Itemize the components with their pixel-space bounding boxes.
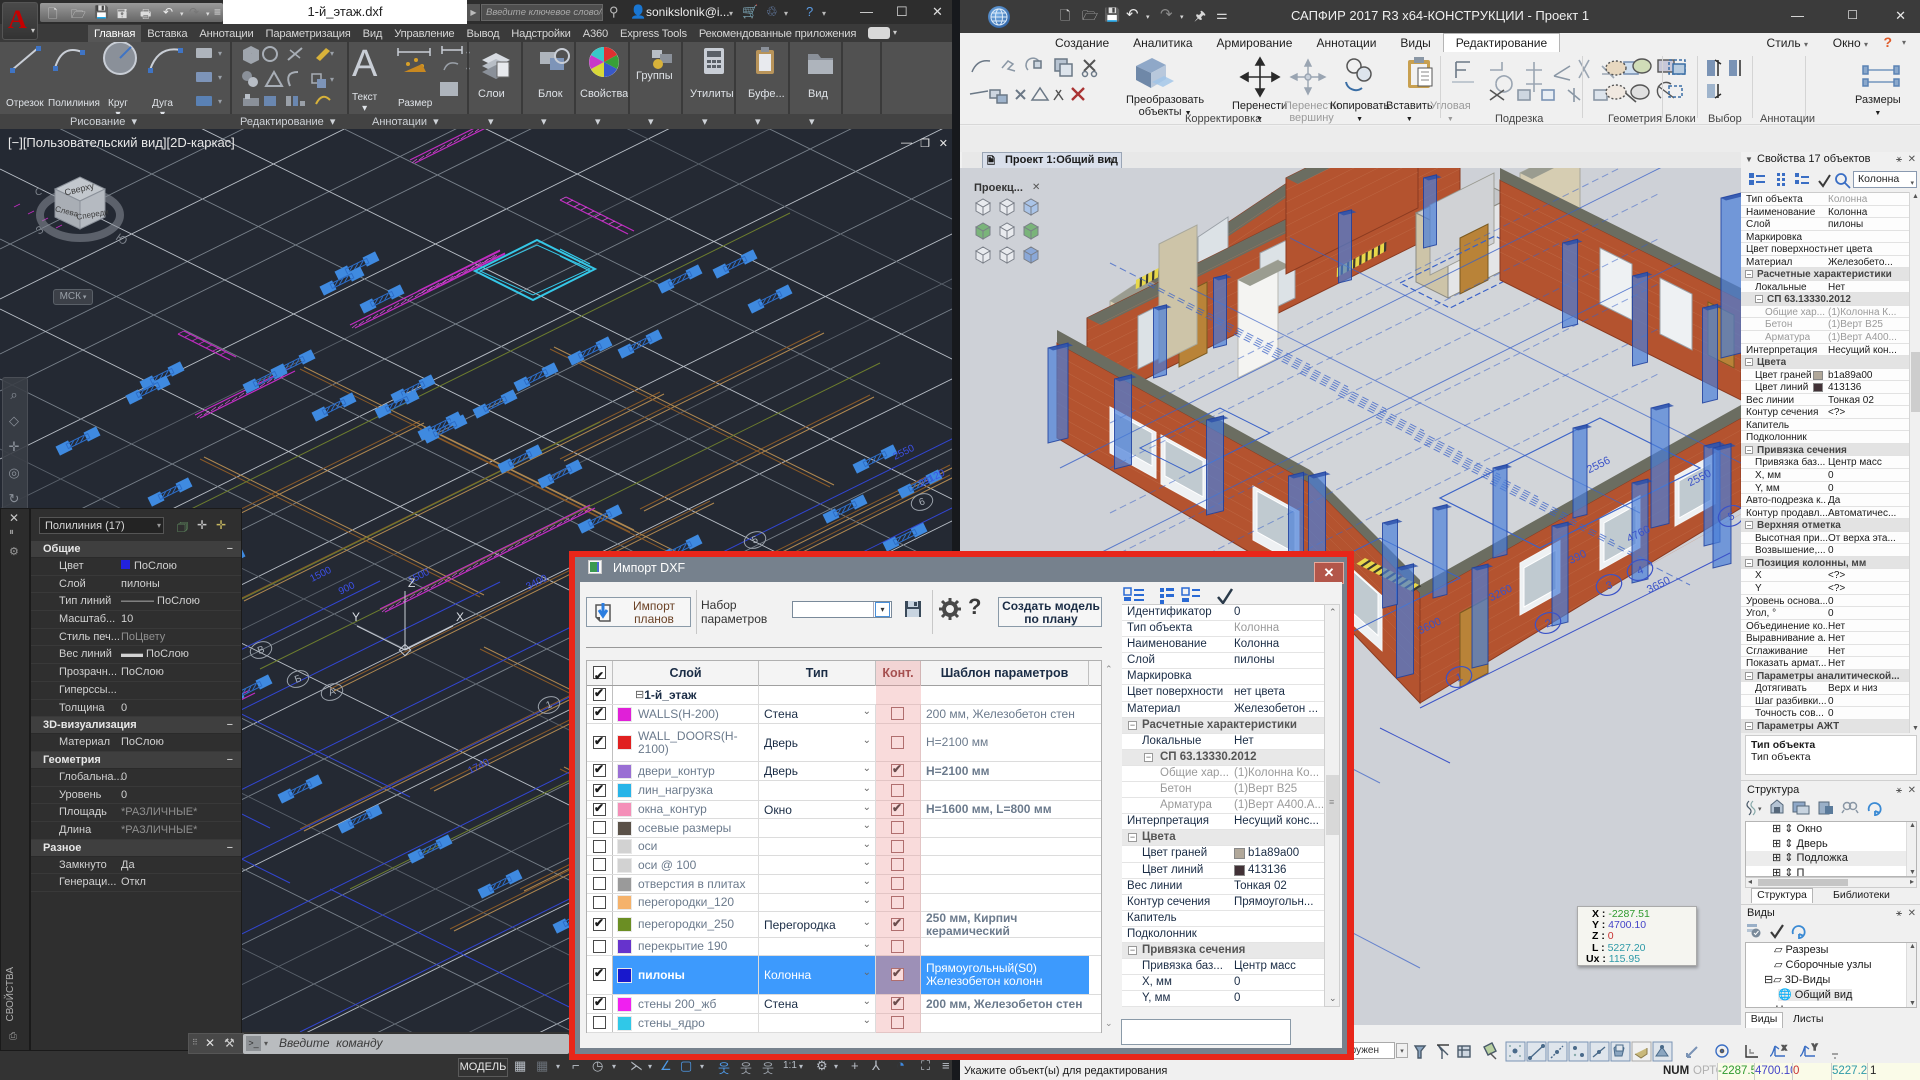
svg-text:x: x [1782,1043,1787,1052]
svg-text:1740: 1740 [466,757,491,777]
svg-text:Ю: Ю [113,232,128,248]
svg-text:▾: ▾ [218,73,222,82]
svg-text:▾: ▾ [1758,806,1762,813]
svg-text:3400: 3400 [524,573,549,593]
svg-text:Y: Y [352,610,360,624]
svg-text:▾: ▾ [218,49,222,58]
svg-text:В: В [256,644,266,657]
svg-text:6: 6 [918,496,927,508]
svg-text:2550: 2550 [891,443,916,463]
svg-text:С: С [35,187,42,198]
svg-text:▾: ▾ [330,49,334,58]
svg-text:900: 900 [337,580,357,597]
svg-text:Z: Z [408,576,415,590]
svg-text:Y: Y [1812,1043,1818,1052]
svg-text:5: 5 [751,534,760,546]
svg-text:А: А [327,686,337,699]
svg-text:▾: ▾ [218,97,222,106]
svg-text:A: A [352,43,378,85]
svg-text:X: X [456,610,464,624]
svg-text:29120: 29120 [917,467,947,489]
svg-text:▾: ▾ [330,75,334,84]
